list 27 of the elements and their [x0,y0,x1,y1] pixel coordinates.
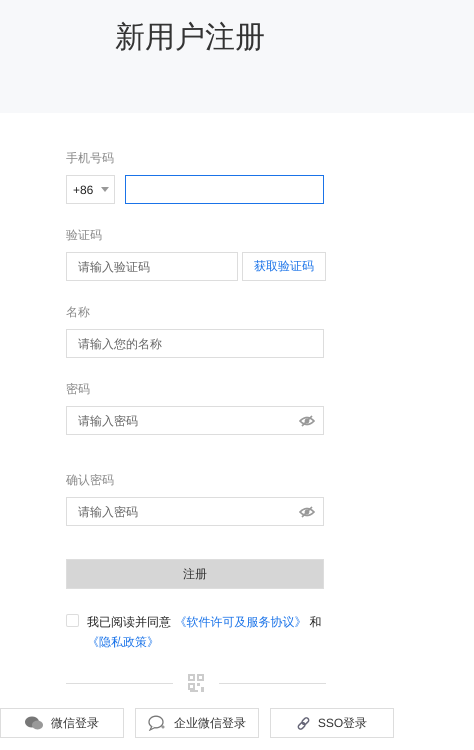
field-label: 手机号码 [66,150,115,166]
agreement-text: 我已阅读并同意 《软件许可及服务协议》 和 《隐私政策》 [87,614,323,651]
dropdown-arrow-icon [101,187,110,192]
name-input-field[interactable]: 请输入您的名称 [66,329,324,358]
country-code-select[interactable]: +86 [66,175,115,204]
field-label: 名称 [66,304,91,320]
code-input-field[interactable]: 请输入验证码 [66,252,238,281]
login-option-button[interactable]: SSO登录 [270,708,394,738]
field-label: 确认密码 [66,472,115,488]
agreement-checkbox[interactable] [66,614,79,627]
hidden-eye-icon[interactable] [299,506,315,518]
field-label: 验证码 [66,227,103,243]
agreement-link[interactable]: 《软件许可及服务协议》 [174,615,306,629]
page-title: 新用户注册 [115,20,266,56]
password-input-field[interactable]: 请输入密码 [66,497,324,526]
phone-input-field[interactable] [125,175,324,204]
password-input-field[interactable]: 请输入密码 [66,406,324,435]
agreement-link[interactable]: 《隐私政策》 [87,635,159,649]
chat-bubbles-icon [25,716,43,730]
link-icon [296,716,310,730]
chat-bubble-icon [148,715,166,731]
get-code-button[interactable]: 获取验证码 [242,252,326,281]
qr-code-icon[interactable] [188,674,204,692]
hidden-eye-icon[interactable] [299,415,315,427]
login-option-button[interactable]: 微信登录 [0,708,124,738]
login-option-button[interactable]: 企业微信登录 [135,708,259,738]
field-label: 密码 [66,381,91,397]
